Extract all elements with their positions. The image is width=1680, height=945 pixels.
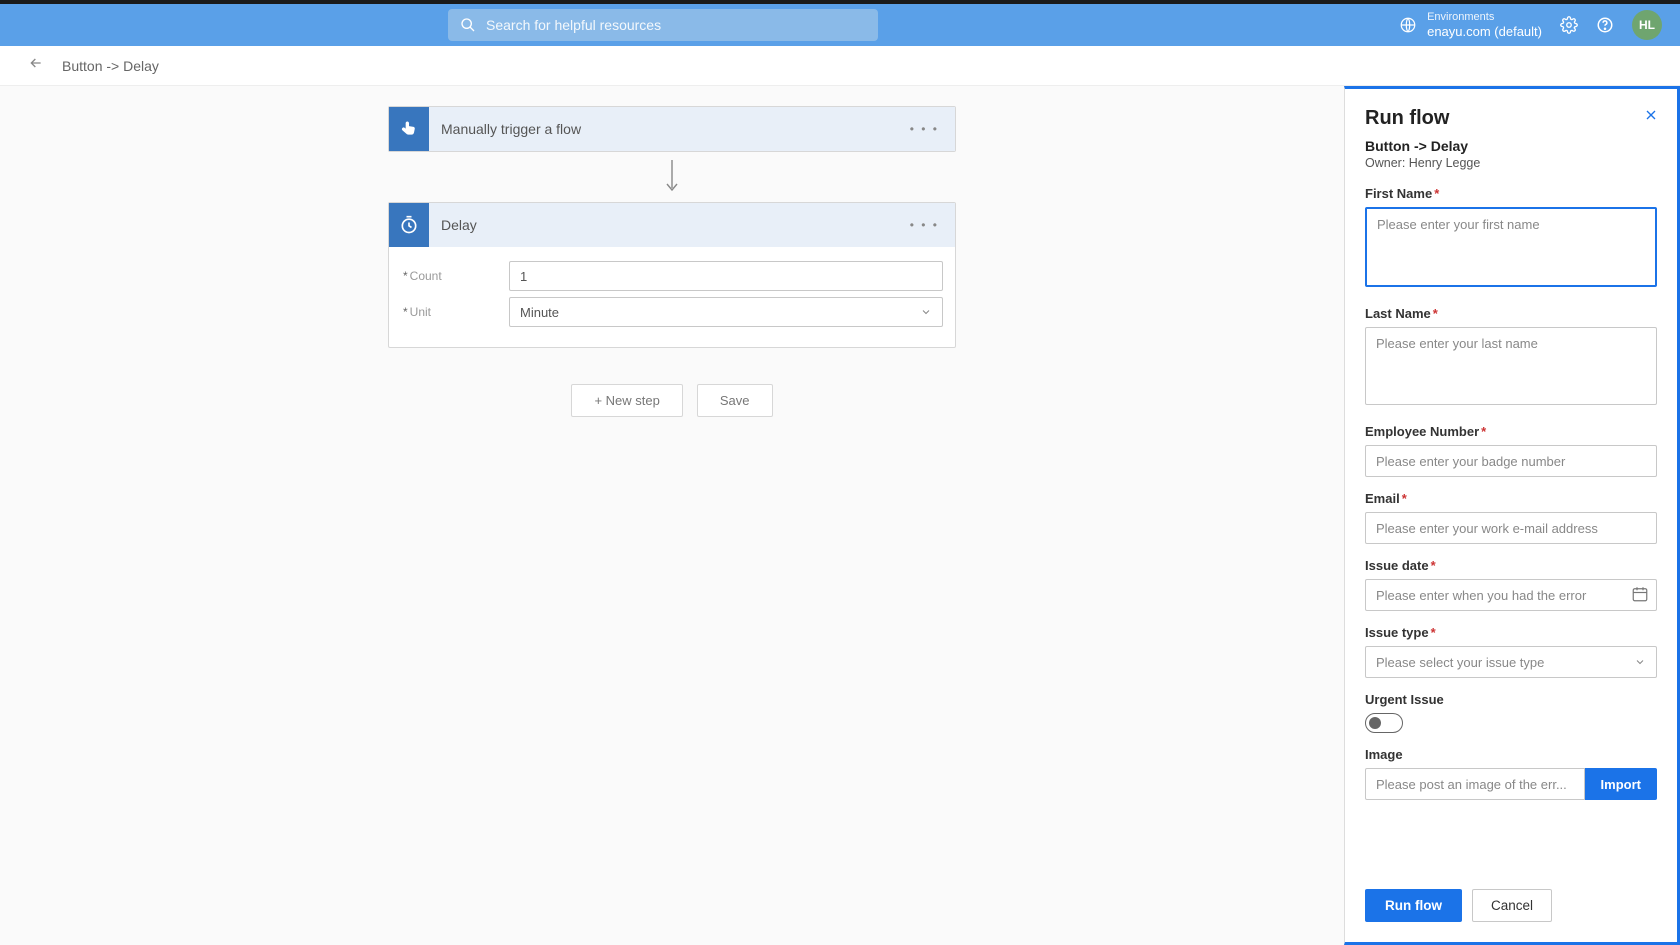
breadcrumb-title: Button -> Delay xyxy=(62,58,159,74)
environment-name: enayu.com (default) xyxy=(1427,24,1542,40)
trigger-menu[interactable]: • • • xyxy=(894,122,955,136)
arrow-left-icon xyxy=(28,55,44,71)
gear-icon xyxy=(1560,16,1578,34)
first-name-label: First Name* xyxy=(1365,186,1657,201)
environment-label: Environments xyxy=(1427,11,1542,24)
trigger-title: Manually trigger a flow xyxy=(429,121,894,137)
issue-type-label: Issue type* xyxy=(1365,625,1657,640)
panel-title: Run flow xyxy=(1365,107,1657,130)
unit-label: *Unit xyxy=(401,305,509,319)
close-icon xyxy=(1643,107,1659,123)
delay-card[interactable]: Delay • • • *Count 1 *Unit Minute xyxy=(388,202,956,348)
hand-tap-icon xyxy=(399,119,419,139)
email-label: Email* xyxy=(1365,491,1657,506)
cancel-button[interactable]: Cancel xyxy=(1472,889,1552,922)
employee-number-input[interactable] xyxy=(1365,445,1657,477)
new-step-button[interactable]: + New step xyxy=(571,384,682,417)
clock-icon xyxy=(399,215,419,235)
first-name-input[interactable] xyxy=(1365,207,1657,287)
delay-icon-box xyxy=(389,203,429,247)
help-button[interactable] xyxy=(1596,16,1614,34)
search-input[interactable]: Search for helpful resources xyxy=(448,9,878,41)
count-input[interactable]: 1 xyxy=(509,261,943,291)
urgent-toggle[interactable] xyxy=(1365,713,1403,733)
back-button[interactable] xyxy=(28,55,44,76)
count-label: *Count xyxy=(401,269,509,283)
issue-type-select[interactable]: Please select your issue type xyxy=(1365,646,1657,678)
breadcrumb-bar: Button -> Delay xyxy=(0,46,1680,86)
image-input[interactable] xyxy=(1365,768,1585,800)
panel-flow-name: Button -> Delay xyxy=(1365,138,1657,154)
email-input[interactable] xyxy=(1365,512,1657,544)
settings-button[interactable] xyxy=(1560,16,1578,34)
run-flow-button[interactable]: Run flow xyxy=(1365,889,1462,922)
trigger-icon-box xyxy=(389,107,429,151)
issue-date-label: Issue date* xyxy=(1365,558,1657,573)
panel-close-button[interactable] xyxy=(1643,107,1659,128)
save-button[interactable]: Save xyxy=(697,384,773,417)
flow-connector xyxy=(665,160,679,194)
app-header: Search for helpful resources Environment… xyxy=(0,4,1680,46)
user-avatar[interactable]: HL xyxy=(1632,10,1662,40)
last-name-label: Last Name* xyxy=(1365,306,1657,321)
panel-owner: Owner: Henry Legge xyxy=(1365,156,1657,170)
employee-number-label: Employee Number* xyxy=(1365,424,1657,439)
delay-menu[interactable]: • • • xyxy=(894,218,955,232)
issue-date-input[interactable] xyxy=(1365,579,1657,611)
unit-select[interactable]: Minute xyxy=(509,297,943,327)
image-label: Image xyxy=(1365,747,1657,762)
flow-canvas: Manually trigger a flow • • • Delay • • … xyxy=(0,86,1344,945)
help-icon xyxy=(1596,16,1614,34)
delay-title: Delay xyxy=(429,217,894,233)
import-button[interactable]: Import xyxy=(1585,768,1657,800)
last-name-input[interactable] xyxy=(1365,327,1657,405)
trigger-card[interactable]: Manually trigger a flow • • • xyxy=(388,106,956,152)
environment-picker[interactable]: Environments enayu.com (default) xyxy=(1399,11,1542,40)
run-flow-panel: Run flow Button -> Delay Owner: Henry Le… xyxy=(1344,86,1680,945)
arrow-down-icon xyxy=(665,160,679,194)
environment-icon xyxy=(1399,16,1417,34)
chevron-down-icon xyxy=(1634,656,1646,668)
chevron-down-icon xyxy=(920,306,932,318)
search-placeholder: Search for helpful resources xyxy=(486,17,661,33)
search-icon xyxy=(460,17,476,33)
urgent-label: Urgent Issue xyxy=(1365,692,1657,707)
